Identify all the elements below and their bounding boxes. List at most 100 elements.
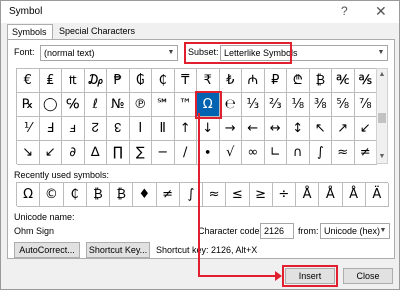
symbol-cell[interactable]: ↊ <box>84 117 107 141</box>
symbol-cell[interactable]: ∑ <box>129 141 152 165</box>
recent-symbol-cell[interactable]: ÷ <box>272 183 296 207</box>
symbol-cell[interactable]: ∏ <box>107 141 130 165</box>
symbol-cell[interactable]: ∆ <box>84 141 107 165</box>
from-select[interactable]: Unicode (hex) ▼ <box>320 223 390 239</box>
recent-symbol-cell[interactable]: ♦ <box>133 183 157 207</box>
recent-symbol-cell[interactable]: ₵ <box>63 183 87 207</box>
symbol-cell[interactable]: ₹ <box>197 69 220 93</box>
symbol-cell[interactable]: ◯ <box>39 93 62 117</box>
scroll-down-icon[interactable]: ▼ <box>377 151 387 163</box>
symbol-cell[interactable]: ∩ <box>287 141 310 165</box>
symbol-cell[interactable]: ⅛ <box>287 93 310 117</box>
symbol-cell[interactable]: ₾ <box>287 69 310 93</box>
scroll-up-icon[interactable]: ▲ <box>377 69 387 81</box>
symbol-cell[interactable]: ™ <box>174 93 197 117</box>
autocorrect-button[interactable]: AutoCorrect... <box>14 242 80 258</box>
font-select[interactable]: (normal text) ▼ <box>40 45 178 61</box>
symbol-cell[interactable]: ↘ <box>17 141 40 165</box>
symbol-cell[interactable]: − <box>152 141 175 165</box>
symbol-cell[interactable]: ₵ <box>152 69 175 93</box>
from-select-value: Unicode (hex) <box>324 226 381 236</box>
symbol-cell[interactable]: ↖ <box>309 117 332 141</box>
recent-symbol-cell[interactable]: Ω <box>17 183 41 207</box>
symbol-cell[interactable]: ↙ <box>354 117 377 141</box>
annotation-arrow-vertical <box>198 113 200 276</box>
symbol-cell[interactable]: ₤ <box>39 69 62 93</box>
close-button[interactable]: Close <box>343 268 393 284</box>
symbol-cell[interactable]: ≈ <box>332 141 355 165</box>
symbol-cell[interactable]: ∂ <box>62 141 85 165</box>
recent-symbol-cell[interactable]: ≠ <box>156 183 180 207</box>
symbol-cell[interactable]: ↕ <box>287 117 310 141</box>
tab-special-characters[interactable]: Special Characters <box>55 24 143 40</box>
chevron-down-icon: ▼ <box>167 49 175 56</box>
symbol-cell[interactable]: ⅞ <box>354 93 377 117</box>
annotation-arrowhead-icon <box>275 271 282 281</box>
symbol-cell[interactable]: ⅟ <box>17 117 40 141</box>
recent-symbol-cell[interactable]: ≈ <box>203 183 227 207</box>
symbol-cell[interactable]: ₲ <box>129 69 152 93</box>
symbol-cell[interactable]: ℁ <box>354 69 377 93</box>
help-button[interactable]: ? <box>341 4 348 18</box>
symbol-cell[interactable]: ₶ <box>62 69 85 93</box>
symbol-cell[interactable]: ↑ <box>174 117 197 141</box>
symbol-cell[interactable]: ⅝ <box>332 93 355 117</box>
symbol-cell[interactable]: ℠ <box>152 93 175 117</box>
symbol-cell[interactable]: ↋ <box>107 117 130 141</box>
symbol-cell[interactable]: ∟ <box>264 141 287 165</box>
symbol-cell[interactable]: Ⅰ <box>129 117 152 141</box>
symbol-cell[interactable]: ↙ <box>39 141 62 165</box>
symbol-cell[interactable]: ∕ <box>174 141 197 165</box>
tab-symbols[interactable]: Symbols <box>7 24 53 40</box>
recent-symbol-cell[interactable]: ₿ <box>110 183 134 207</box>
symbol-cell[interactable]: ∙ <box>197 141 220 165</box>
shortcut-key-button[interactable]: Shortcut Key... <box>86 242 150 258</box>
symbol-cell[interactable]: Ⅎ <box>39 117 62 141</box>
symbol-cell[interactable]: ₼ <box>242 69 265 93</box>
symbol-cell[interactable]: ₱ <box>107 69 130 93</box>
recent-symbol-cell[interactable]: Å <box>319 183 343 207</box>
symbol-cell[interactable]: ∫ <box>309 141 332 165</box>
recent-symbol-cell[interactable]: Ä <box>365 183 389 207</box>
annotation-arrow-horizontal <box>198 275 276 277</box>
symbol-cell[interactable]: € <box>17 69 40 93</box>
symbol-cell[interactable]: ⅓ <box>242 93 265 117</box>
close-icon[interactable]: ✕ <box>375 3 387 20</box>
recent-symbol-cell[interactable]: Å <box>296 183 320 207</box>
symbol-cell[interactable]: ↔ <box>264 117 287 141</box>
symbol-cell[interactable]: ↓ <box>197 117 220 141</box>
symbol-cell[interactable]: ℀ <box>332 69 355 93</box>
recent-symbol-cell[interactable]: © <box>40 183 64 207</box>
symbol-cell[interactable]: → <box>219 117 242 141</box>
symbol-cell[interactable]: ℞ <box>17 93 40 117</box>
symbol-cell[interactable]: ₺ <box>219 69 242 93</box>
symbol-cell[interactable]: ₸ <box>174 69 197 93</box>
symbol-cell[interactable]: № <box>107 93 130 117</box>
recent-symbol-cell[interactable]: ≤ <box>226 183 250 207</box>
symbol-cell[interactable]: ₯ <box>84 69 107 93</box>
symbol-cell[interactable]: ⅎ <box>62 117 85 141</box>
symbol-cell[interactable]: ∞ <box>242 141 265 165</box>
symbol-grid-scrollbar[interactable]: ▲ ▼ <box>376 68 388 164</box>
symbol-cell[interactable]: ℗ <box>129 93 152 117</box>
symbol-cell[interactable]: √ <box>219 141 242 165</box>
unicode-name-value: Ohm Sign <box>14 226 55 236</box>
symbol-cell[interactable]: ℅ <box>62 93 85 117</box>
subset-highlight <box>184 42 292 64</box>
recent-symbol-cell[interactable]: ≥ <box>249 183 273 207</box>
symbol-cell[interactable]: ↗ <box>332 117 355 141</box>
recent-symbol-cell[interactable]: Å <box>342 183 366 207</box>
symbol-cell[interactable]: Ⅱ <box>152 117 175 141</box>
symbol-cell[interactable]: ⅜ <box>309 93 332 117</box>
symbol-cell[interactable]: ₽ <box>264 69 287 93</box>
character-code-field[interactable]: 2126 <box>260 223 294 239</box>
scroll-thumb[interactable] <box>378 113 386 123</box>
symbol-cell[interactable]: ≠ <box>354 141 377 165</box>
recent-symbol-cell[interactable]: ₿ <box>86 183 110 207</box>
symbol-cell[interactable]: ₿ <box>309 69 332 93</box>
symbol-cell[interactable]: ⅔ <box>264 93 287 117</box>
font-select-value: (normal text) <box>44 48 95 58</box>
symbol-cell[interactable]: ← <box>242 117 265 141</box>
symbol-cell[interactable]: ℮ <box>219 93 242 117</box>
symbol-cell[interactable]: ℓ <box>84 93 107 117</box>
